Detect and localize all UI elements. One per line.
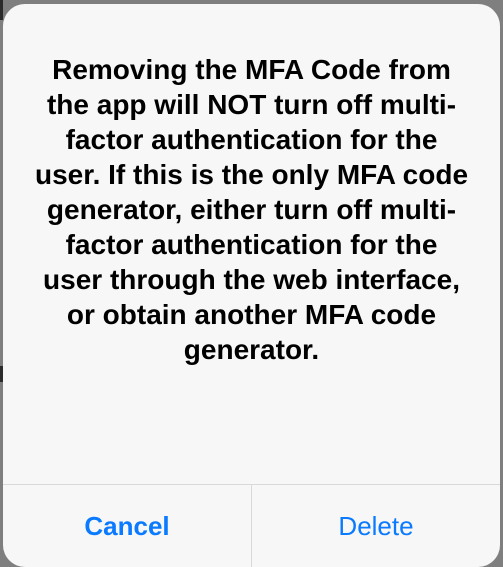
alert-dialog: Removing the MFA Code from the app will … <box>3 4 500 567</box>
cancel-button[interactable]: Cancel <box>3 485 252 567</box>
alert-message: Removing the MFA Code from the app will … <box>34 54 469 365</box>
alert-button-row: Cancel Delete <box>3 484 500 567</box>
delete-button[interactable]: Delete <box>252 485 500 567</box>
backdrop-edge <box>0 0 3 20</box>
